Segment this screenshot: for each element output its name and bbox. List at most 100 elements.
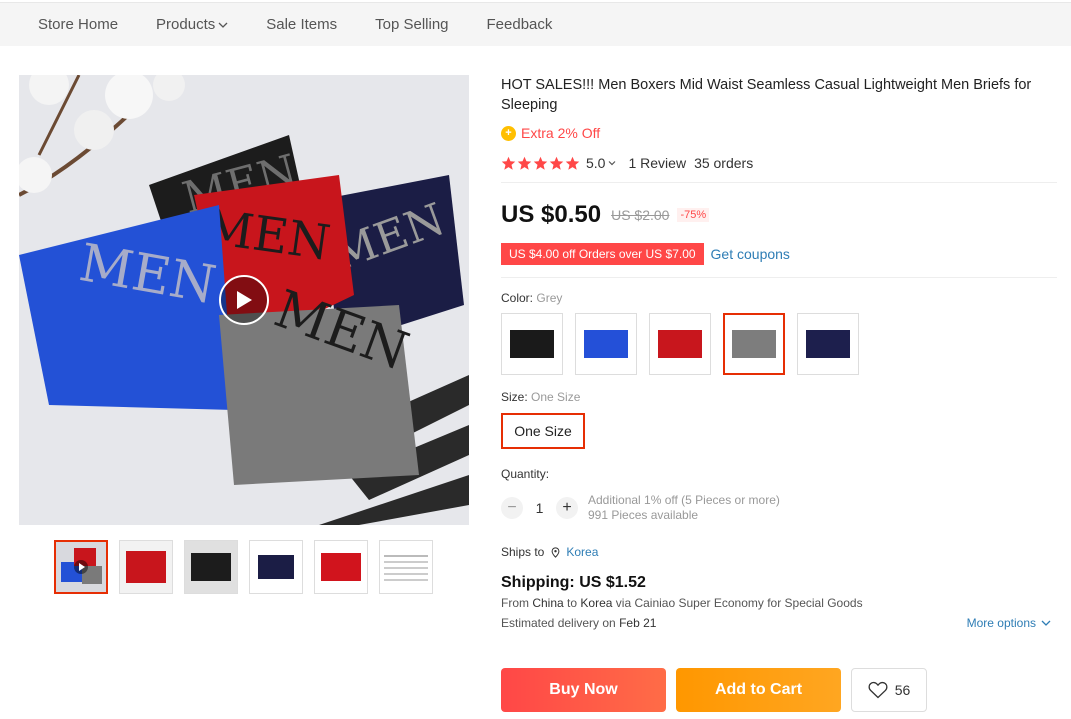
swatch-blue[interactable] xyxy=(575,313,637,375)
play-video-button[interactable] xyxy=(219,275,269,325)
heart-icon xyxy=(868,681,888,699)
swatch-red[interactable] xyxy=(649,313,711,375)
swatch-image xyxy=(732,330,776,358)
star-rating xyxy=(501,156,580,171)
size-label-row: Size: One Size xyxy=(501,390,1057,404)
size-selected: One Size xyxy=(531,390,581,404)
ships-to-label: Ships to xyxy=(501,545,545,559)
more-options-link[interactable]: More options xyxy=(967,616,1051,630)
thumbnail-image xyxy=(250,541,302,593)
ship-to: Korea xyxy=(580,596,613,610)
thumbnail-size-chart[interactable] xyxy=(379,540,433,594)
swatch-image xyxy=(584,330,628,358)
nav-sale-items[interactable]: Sale Items xyxy=(266,16,337,33)
delivery-prefix: Estimated delivery on xyxy=(501,616,616,630)
play-icon xyxy=(237,291,252,309)
product-title: HOT SALES!!! Men Boxers Mid Waist Seamle… xyxy=(501,77,1032,113)
nav-top-selling[interactable]: Top Selling xyxy=(375,16,448,33)
thumbnail-image xyxy=(120,541,172,593)
bulk-discount-note: Additional 1% off (5 Pieces or more) xyxy=(588,493,780,507)
current-price: US $0.50 xyxy=(501,201,602,228)
nav-products[interactable]: Products xyxy=(156,16,228,33)
ship-method: via Cainiao Super Economy for Special Go… xyxy=(615,596,863,610)
orders-count: 35 orders xyxy=(694,155,754,171)
quantity-stepper: − 1 + Additional 1% off (5 Pieces or mor… xyxy=(501,493,1057,523)
quantity-label: Quantity: xyxy=(501,467,550,481)
delivery-estimate: Estimated delivery on Feb 21 xyxy=(501,616,656,630)
purchase-actions: Buy Now Add to Cart 56 xyxy=(501,668,927,712)
delivery-row: Estimated delivery on Feb 21 More option… xyxy=(501,616,1051,630)
chevron-down-icon[interactable] xyxy=(608,159,616,167)
route-to-word: to xyxy=(567,596,578,610)
coupon-tag: US $4.00 off Orders over US $7.00 xyxy=(501,243,704,265)
size-option-one-size[interactable]: One Size xyxy=(501,413,585,449)
store-nav: Store Home Products Sale Items Top Selli… xyxy=(0,2,1071,46)
swatch-grey[interactable] xyxy=(723,313,785,375)
thumbnail-image xyxy=(315,541,367,593)
stock-available: 991 Pieces available xyxy=(588,508,699,522)
thumbnail-image xyxy=(380,541,432,593)
quantity-increase-button[interactable]: + xyxy=(556,497,578,519)
ships-to-row: Ships to Korea xyxy=(501,545,1057,559)
price-row: US $0.50 US $2.00 -75% xyxy=(501,201,1057,229)
star-icon xyxy=(517,156,532,170)
product-main-image[interactable]: MEN MEN MEN MEN MEN xyxy=(19,75,469,525)
coin-icon: + xyxy=(501,125,516,141)
route-prefix: From xyxy=(501,596,529,610)
thumbnail-image xyxy=(56,542,106,592)
swatch-image xyxy=(658,330,702,358)
nav-label: Store Home xyxy=(38,16,119,33)
wishlist-button[interactable]: 56 xyxy=(851,668,927,712)
nav-feedback[interactable]: Feedback xyxy=(487,16,553,33)
get-coupons-link[interactable]: Get coupons xyxy=(711,246,790,262)
shipping-route: From China to Korea via Cainiao Super Ec… xyxy=(501,596,1057,610)
ship-from: China xyxy=(532,596,564,610)
nav-label: Top Selling xyxy=(375,16,449,33)
swatch-image xyxy=(510,330,554,358)
original-price: US $2.00 xyxy=(611,207,670,223)
thumbnail-navy[interactable] xyxy=(249,540,303,594)
color-selected: Grey xyxy=(536,291,563,305)
add-to-cart-button[interactable]: Add to Cart xyxy=(676,668,841,712)
ships-to-country[interactable]: Korea xyxy=(566,545,598,559)
thumbnail-video[interactable] xyxy=(54,540,108,594)
nav-label: Products xyxy=(156,16,216,33)
product-info: HOT SALES!!! Men Boxers Mid Waist Seamle… xyxy=(501,75,1057,630)
discount-badge: -75% xyxy=(677,208,710,222)
swatch-navy[interactable] xyxy=(797,313,859,375)
thumbnail-black[interactable] xyxy=(184,540,238,594)
delivery-date: Feb 21 xyxy=(619,616,657,630)
star-icon xyxy=(533,156,548,170)
thumbnail-red-alt[interactable] xyxy=(314,540,368,594)
shipping-cost: Shipping: US $1.52 xyxy=(501,574,646,591)
star-icon xyxy=(501,156,516,170)
coupon-row: US $4.00 off Orders over US $7.00 Get co… xyxy=(501,243,1057,278)
quantity-decrease-button[interactable]: − xyxy=(501,497,523,519)
swatch-black[interactable] xyxy=(501,313,563,375)
star-icon xyxy=(565,156,580,170)
chevron-down-icon xyxy=(218,22,228,28)
more-options-label: More options xyxy=(966,616,1036,630)
thumbnail-strip xyxy=(54,540,433,594)
thumbnail-image xyxy=(185,541,237,593)
chevron-down-icon xyxy=(1041,620,1051,626)
size-label: Size: xyxy=(501,390,528,404)
nav-label: Feedback xyxy=(486,16,553,33)
nav-label: Sale Items xyxy=(266,16,338,33)
swatch-image xyxy=(806,330,850,358)
wishlist-count: 56 xyxy=(894,682,911,698)
rating-row: 5.0 1 Review 35 orders xyxy=(501,155,1057,183)
rating-score[interactable]: 5.0 xyxy=(586,155,605,171)
color-label: Color: xyxy=(501,291,534,305)
thumbnail-red[interactable] xyxy=(119,540,173,594)
nav-store-home[interactable]: Store Home xyxy=(38,16,118,33)
color-label-row: Color: Grey xyxy=(501,291,1057,305)
quantity-value[interactable]: 1 xyxy=(523,500,556,516)
extra-discount-label: Extra 2% Off xyxy=(521,125,601,141)
reviews-link[interactable]: 1 Review xyxy=(628,155,686,171)
quantity-note: Additional 1% off (5 Pieces or more) 991… xyxy=(588,493,780,523)
star-icon xyxy=(549,156,564,170)
color-swatches xyxy=(501,313,1057,375)
extra-discount: + Extra 2% Off xyxy=(501,125,1057,141)
buy-now-button[interactable]: Buy Now xyxy=(501,668,666,712)
